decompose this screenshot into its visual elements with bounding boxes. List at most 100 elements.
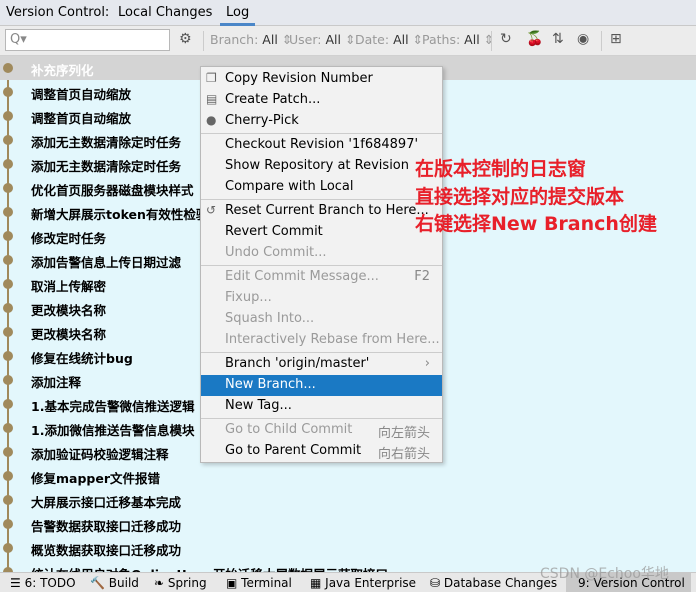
commit-message: 调整首页自动缩放 — [31, 111, 132, 126]
menu-reset-branch[interactable]: ↺ Reset Current Branch to Here... — [201, 201, 442, 222]
branch-filter[interactable]: Branch: All ⇕ — [210, 32, 292, 47]
commit-message: 修复在线统计bug — [31, 351, 133, 366]
menu-checkout-revision[interactable]: Checkout Revision '1f684897' — [201, 135, 442, 156]
context-menu: ❐ Copy Revision Number ▤ Create Patch... ●… — [200, 66, 443, 463]
todo-label: 6: TODO — [24, 576, 76, 590]
commit-node — [3, 519, 13, 529]
menu-go-child-commit: Go to Child Commit 向左箭头 — [201, 420, 442, 441]
commit-message: 更改模块名称 — [31, 303, 107, 318]
user-value: All — [325, 32, 341, 47]
date-filter[interactable]: Date: All ⇕ — [355, 32, 423, 47]
menu-go-parent-commit[interactable]: Go to Parent Commit 向右箭头 — [201, 441, 442, 462]
tab-log[interactable]: Log — [220, 5, 256, 26]
menu-label: Edit Commit Message... — [225, 269, 379, 284]
menu-separator — [201, 199, 442, 200]
todo-tool-button[interactable]: ☰ 6: TODO — [10, 576, 76, 590]
database-changes-tool-button[interactable]: ⛁ Database Changes — [430, 576, 557, 590]
spring-tool-button[interactable]: ❧ Spring — [154, 576, 207, 590]
menu-separator — [201, 352, 442, 353]
cherry-icon: ● — [206, 113, 217, 127]
cherry-pick-icon[interactable]: 🍒 — [526, 31, 543, 47]
commit-message: 添加告警信息上传日期过滤 — [31, 255, 182, 270]
menu-create-patch[interactable]: ▤ Create Patch... — [201, 90, 442, 111]
eye-icon[interactable]: ◉ — [577, 31, 589, 47]
menu-label: Reset Current Branch to Here... — [225, 203, 429, 218]
commit-node — [3, 159, 13, 169]
commit-message: 修复mapper文件报错 — [31, 471, 160, 486]
build-tool-button[interactable]: 🔨 Build — [90, 576, 139, 590]
annotation-line-1: 在版本控制的日志窗 — [415, 158, 587, 180]
commit-message: 新增大屏展示token有效性检验 — [31, 207, 209, 222]
menu-label: Go to Child Commit — [225, 422, 353, 437]
paths-label: Paths: — [422, 32, 461, 47]
paths-filter[interactable]: Paths: All ⇕ — [422, 32, 494, 47]
menu-interactive-rebase: Interactively Rebase from Here... — [225, 332, 440, 347]
commit-node — [3, 135, 13, 145]
commit-node — [3, 495, 13, 505]
terminal-tool-button[interactable]: ▣ Terminal — [226, 576, 292, 590]
patch-icon: ▤ — [206, 92, 218, 106]
menu-separator — [201, 418, 442, 419]
menu-compare-local[interactable]: Compare with Local — [201, 177, 442, 198]
divider — [491, 31, 492, 51]
commit-message: 补充序列化 — [31, 63, 94, 78]
commit-row[interactable]: 概览数据获取接口迁移成功 — [0, 536, 696, 560]
commit-message: 告警数据获取接口迁移成功 — [31, 519, 182, 534]
commit-node — [3, 471, 13, 481]
commit-message: 优化首页服务器磁盘模块样式 — [31, 183, 194, 198]
commit-message: 更改模块名称 — [31, 327, 107, 342]
menu-label: Branch 'origin/master' — [225, 356, 370, 371]
chevron-right-icon: › — [424, 356, 430, 371]
commit-message: 添加无主数据清除定时任务 — [31, 135, 182, 150]
menu-label: Go to Parent Commit — [225, 443, 362, 458]
commit-node — [3, 351, 13, 361]
commit-row[interactable]: 修复mapper文件报错 — [0, 464, 696, 488]
menu-edit-commit-message: Edit Commit Message... F2 — [201, 267, 442, 288]
tool-window-tabs: Version Control: Local Changes Log — [0, 0, 696, 26]
copy-icon: ❐ — [206, 71, 217, 85]
shortcut: F2 — [414, 269, 430, 284]
menu-cherry-pick[interactable]: ● Cherry-Pick — [201, 111, 442, 132]
divider — [601, 31, 602, 51]
menu-branch-origin-master[interactable]: Branch 'origin/master' › — [201, 354, 442, 375]
annotation-line-3: 右键选择New Branch创建 — [415, 213, 657, 235]
new-tab-icon[interactable]: ⊞ — [610, 31, 622, 47]
menu-separator — [201, 265, 442, 266]
commit-row[interactable]: 告警数据获取接口迁移成功 — [0, 512, 696, 536]
branch-label: Branch: — [210, 32, 259, 47]
commit-node — [3, 231, 13, 241]
commit-node — [3, 543, 13, 553]
refresh-icon[interactable]: ↻ — [500, 31, 512, 47]
commit-message: 1.添加微信推送告警信息模块（注 — [31, 423, 220, 438]
commit-row[interactable]: 大屏展示接口迁移基本完成 — [0, 488, 696, 512]
commit-node — [3, 399, 13, 409]
build-label: Build — [108, 576, 139, 590]
branch-value: All — [262, 32, 278, 47]
commit-node — [3, 111, 13, 121]
annotation-line-2: 直接选择对应的提交版本 — [415, 186, 625, 208]
java-enterprise-tool-button[interactable]: ▦ Java Enterprise — [310, 576, 416, 590]
gear-icon[interactable]: ⚙ — [179, 31, 192, 47]
commit-node — [3, 279, 13, 289]
version-control-label: Version Control: — [6, 5, 110, 20]
commit-message: 添加验证码校验逻辑注释 — [31, 447, 169, 462]
menu-new-branch[interactable]: New Branch... — [201, 375, 442, 396]
date-label: Date: — [355, 32, 390, 47]
commit-node — [3, 447, 13, 457]
sort-icon[interactable]: ⇅ — [552, 31, 564, 47]
menu-squash: Squash Into... — [225, 311, 315, 326]
search-input[interactable]: Q▾ — [5, 29, 170, 51]
tab-local-changes[interactable]: Local Changes — [118, 5, 212, 20]
commit-node — [3, 183, 13, 193]
java-enterprise-label: Java Enterprise — [325, 576, 417, 590]
menu-revert-commit[interactable]: Revert Commit — [201, 222, 442, 243]
commit-node — [3, 87, 13, 97]
menu-new-tag[interactable]: New Tag... — [201, 396, 442, 417]
commit-node — [3, 303, 13, 313]
watermark: CSDN @Echoo华地 — [540, 566, 669, 582]
commit-node — [3, 207, 13, 217]
user-filter[interactable]: User: All ⇕ — [289, 32, 355, 47]
log-toolbar: Q▾ ⚙ Branch: All ⇕ User: All ⇕ Date: All… — [0, 26, 696, 56]
menu-copy-revision[interactable]: ❐ Copy Revision Number — [201, 69, 442, 90]
menu-show-repository[interactable]: Show Repository at Revision — [201, 156, 442, 177]
